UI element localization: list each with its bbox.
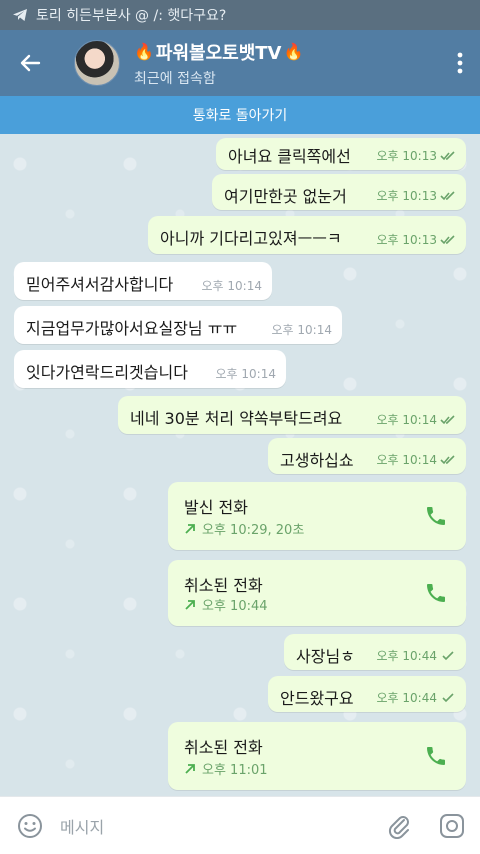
message-text: 지금업무가많아서요실장님 ㅠㅠ [26, 319, 238, 338]
more-vertical-icon [457, 52, 463, 74]
call-title: 취소된 전화 [184, 576, 263, 595]
back-button[interactable] [0, 30, 60, 96]
message-bubble[interactable]: 네네 30분 처리 약쏙부탁드려요 오후 10:14 [118, 396, 466, 434]
outgoing-arrow-icon [185, 523, 195, 534]
message-time: 오후 10:14 [376, 453, 437, 467]
message-meta: 오후 10:14 [377, 451, 456, 468]
message-text: 사장님ㅎ [296, 647, 355, 666]
call-detail: 오후 10:29, 20초 [184, 519, 304, 538]
message-meta: 오후 10:14 [202, 277, 262, 294]
message-meta: 오후 10:14 [272, 321, 332, 338]
outgoing-arrow-icon [185, 763, 195, 774]
avatar[interactable] [74, 40, 120, 86]
call-title: 발신 전화 [184, 498, 248, 517]
message-bubble[interactable]: 고생하십쇼 오후 10:14 [268, 438, 466, 474]
message-text: 네네 30분 처리 약쏙부탁드려요 [130, 409, 343, 428]
check-icon [442, 692, 454, 702]
message-time: 오후 10:14 [201, 279, 262, 293]
back-arrow-icon [20, 54, 41, 72]
call-title: 취소된 전화 [184, 738, 263, 757]
double-check-icon [440, 414, 455, 424]
message-time: 오후 10:13 [376, 189, 437, 203]
phone-icon[interactable] [424, 744, 448, 768]
phone-icon[interactable] [424, 504, 448, 528]
call-message[interactable]: 발신 전화 오후 10:29, 20초 [168, 482, 466, 550]
call-time: 오후 10:44 [202, 599, 268, 614]
message-input[interactable]: 메시지 [60, 814, 374, 838]
message-composer: 메시지 [0, 796, 480, 854]
last-seen-status: 최근에 접속함 [134, 70, 216, 87]
chat-header: 🔥 파워볼오토뱃TV 🔥 최근에 접속함 [0, 30, 480, 96]
message-time: 오후 10:14 [271, 323, 332, 337]
call-detail: 오후 11:01 [184, 759, 268, 778]
message-meta: 오후 10:13 [377, 231, 456, 248]
message-text: 아녀요 클릭쪽에선 [228, 147, 351, 166]
more-menu-button[interactable] [440, 30, 480, 96]
message-list[interactable]: 아녀요 클릭쪽에선 오후 10:13 여기만한곳 없눈거 오후 10:13 아니… [0, 134, 480, 796]
message-meta: 오후 10:13 [377, 147, 456, 164]
message-text: 믿어주셔서감사합니다 [26, 275, 174, 294]
call-message[interactable]: 취소된 전화 오후 11:01 [168, 722, 466, 790]
message-bubble[interactable]: 아니까 기다리고있져ㅡㅡㅋ 오후 10:13 [148, 216, 466, 254]
outgoing-arrow-icon [185, 599, 195, 610]
chat-name-text: 파워볼오토뱃TV [155, 42, 282, 64]
phone-icon[interactable] [424, 581, 448, 605]
smile-icon [18, 813, 42, 838]
message-bubble[interactable]: 아녀요 클릭쪽에선 오후 10:13 [216, 138, 466, 170]
call-detail: 오후 10:44 [184, 595, 268, 614]
telegram-icon [13, 9, 27, 21]
double-check-icon [440, 234, 455, 244]
message-meta: 오후 10:13 [377, 187, 456, 204]
chat-title-block[interactable]: 🔥 파워볼오토뱃TV 🔥 최근에 접속함 [134, 39, 440, 88]
camera-button[interactable] [424, 813, 480, 839]
message-time: 오후 10:14 [215, 367, 276, 381]
fire-emoji: 🔥 [283, 42, 304, 61]
call-time: 오후 11:01 [202, 763, 268, 778]
message-bubble[interactable]: 여기만한곳 없눈거 오후 10:13 [212, 174, 466, 210]
paperclip-icon [388, 815, 409, 839]
message-text: 아니까 기다리고있져ㅡㅡㅋ [160, 229, 342, 248]
message-meta: 오후 10:44 [377, 647, 456, 664]
attach-button[interactable] [374, 813, 424, 839]
message-text: 고생하십쇼 [280, 451, 354, 470]
return-to-call-banner[interactable]: 통화로 돌아가기 [0, 96, 480, 134]
message-bubble[interactable]: 사장님ㅎ 오후 10:44 [284, 634, 466, 670]
message-time: 오후 10:13 [376, 149, 437, 163]
message-time: 오후 10:13 [376, 233, 437, 247]
message-time: 오후 10:44 [376, 691, 437, 705]
message-bubble[interactable]: 믿어주셔서감사합니다 오후 10:14 [14, 262, 272, 300]
call-time: 오후 10:29, 20초 [202, 523, 305, 538]
double-check-icon [440, 190, 455, 200]
message-text: 잇다가연락드리겟습니다 [26, 363, 188, 382]
notification-text: 토리 히든부본사 @ /: 햇다구요? [36, 8, 227, 24]
message-meta: 오후 10:44 [377, 689, 456, 706]
double-check-icon [440, 150, 455, 160]
check-icon [442, 650, 454, 660]
notification-bar[interactable]: 토리 히든부본사 @ /: 햇다구요? [0, 0, 480, 30]
call-message[interactable]: 취소된 전화 오후 10:44 [168, 560, 466, 626]
message-text: 여기만한곳 없눈거 [224, 187, 347, 206]
double-check-icon [440, 454, 455, 464]
chat-name: 🔥 파워볼오토뱃TV 🔥 [134, 39, 440, 65]
message-text: 안드왔구요 [280, 689, 354, 708]
fire-emoji: 🔥 [134, 42, 154, 61]
message-bubble[interactable]: 안드왔구요 오후 10:44 [268, 676, 466, 712]
message-bubble[interactable]: 지금업무가많아서요실장님 ㅠㅠ 오후 10:14 [14, 306, 342, 344]
emoji-button[interactable] [0, 813, 60, 839]
message-meta: 오후 10:14 [216, 365, 276, 382]
camera-icon [440, 813, 464, 838]
message-time: 오후 10:44 [376, 649, 437, 663]
message-bubble[interactable]: 잇다가연락드리겟습니다 오후 10:14 [14, 350, 286, 388]
message-meta: 오후 10:14 [377, 411, 456, 428]
message-time: 오후 10:14 [376, 413, 437, 427]
